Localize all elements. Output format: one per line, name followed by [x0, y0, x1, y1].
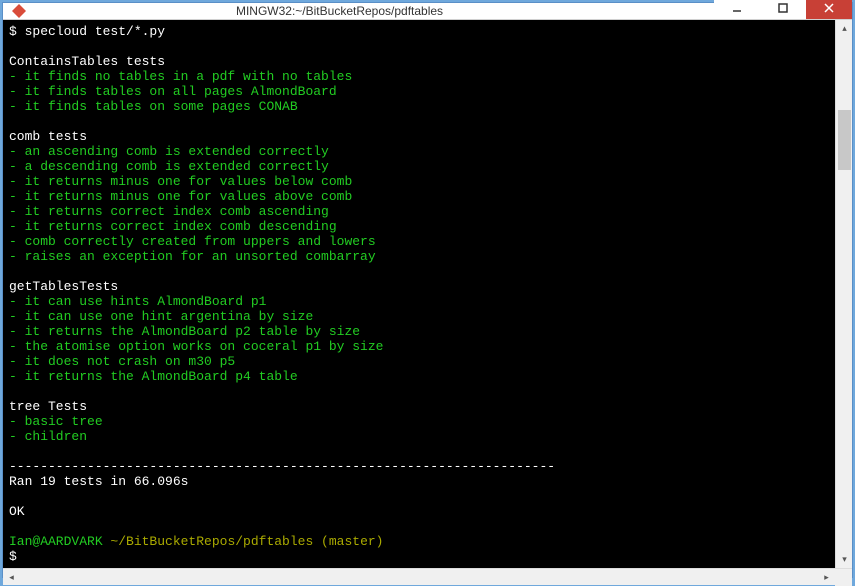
terminal-line: - raises an exception for an unsorted co…: [9, 249, 829, 264]
terminal-line: - it does not crash on m30 p5: [9, 354, 829, 369]
terminal-line: - it returns the AlmondBoard p2 table by…: [9, 324, 829, 339]
terminal-line: [9, 384, 829, 399]
terminal-line: [9, 114, 829, 129]
terminal-line: $ specloud test/*.py: [9, 24, 829, 39]
terminal-line: getTablesTests: [9, 279, 829, 294]
vertical-scrollbar[interactable]: ▴ ▾: [835, 20, 852, 568]
close-icon: [824, 3, 834, 13]
terminal-line: - it can use one hint argentina by size: [9, 309, 829, 324]
terminal-line: - it finds tables on some pages CONAB: [9, 99, 829, 114]
terminal-line: - it finds tables on all pages AlmondBoa…: [9, 84, 829, 99]
terminal-line: - an ascending comb is extended correctl…: [9, 144, 829, 159]
terminal-line: tree Tests: [9, 399, 829, 414]
terminal-line: [9, 264, 829, 279]
terminal-line: ContainsTables tests: [9, 54, 829, 69]
terminal-line: - comb correctly created from uppers and…: [9, 234, 829, 249]
terminal-line: [9, 519, 829, 534]
terminal-line: ----------------------------------------…: [9, 459, 829, 474]
terminal-line: - a descending comb is extended correctl…: [9, 159, 829, 174]
terminal-line: - the atomise option works on coceral p1…: [9, 339, 829, 354]
terminal-window: MINGW32:~/BitBucketRepos/pdftables $ spe…: [2, 2, 853, 578]
terminal-line: - it returns the AlmondBoard p4 table: [9, 369, 829, 384]
window-title: MINGW32:~/BitBucketRepos/pdftables: [0, 4, 714, 18]
terminal-line: [9, 39, 829, 54]
scroll-up-arrow[interactable]: ▴: [836, 20, 853, 37]
terminal-line: - it can use hints AlmondBoard p1: [9, 294, 829, 309]
titlebar[interactable]: MINGW32:~/BitBucketRepos/pdftables: [3, 3, 852, 20]
terminal-line: Ian@AARDVARK ~/BitBucketRepos/pdftables …: [9, 534, 829, 549]
close-button[interactable]: [806, 0, 852, 19]
minimize-button[interactable]: [714, 0, 760, 19]
terminal-scroll-area: $ specloud test/*.py ContainsTables test…: [3, 20, 852, 568]
scroll-left-arrow[interactable]: ◂: [3, 569, 20, 586]
vertical-scroll-thumb[interactable]: [838, 110, 851, 170]
maximize-icon: [778, 3, 788, 13]
terminal-line: - it returns minus one for values below …: [9, 174, 829, 189]
terminal-output[interactable]: $ specloud test/*.py ContainsTables test…: [3, 20, 835, 568]
terminal-line: OK: [9, 504, 829, 519]
terminal-line: comb tests: [9, 129, 829, 144]
scroll-right-arrow[interactable]: ▸: [818, 569, 835, 586]
terminal-line: $: [9, 549, 829, 564]
window-controls: [714, 0, 852, 19]
scroll-corner: [835, 569, 852, 586]
terminal-line: - it returns correct index comb descendi…: [9, 219, 829, 234]
minimize-icon: [732, 3, 742, 13]
terminal-line: - basic tree: [9, 414, 829, 429]
terminal-line: - it finds no tables in a pdf with no ta…: [9, 69, 829, 84]
terminal-line: - it returns correct index comb ascendin…: [9, 204, 829, 219]
terminal-line: [9, 444, 829, 459]
maximize-button[interactable]: [760, 0, 806, 19]
horizontal-scroll-track[interactable]: [20, 569, 818, 585]
terminal-line: [9, 489, 829, 504]
horizontal-scrollbar[interactable]: ◂ ▸: [3, 568, 852, 585]
scroll-down-arrow[interactable]: ▾: [836, 551, 853, 568]
terminal-line: - it returns minus one for values above …: [9, 189, 829, 204]
terminal-line: Ran 19 tests in 66.096s: [9, 474, 829, 489]
terminal-line: - children: [9, 429, 829, 444]
terminal-area: $ specloud test/*.py ContainsTables test…: [3, 20, 852, 585]
